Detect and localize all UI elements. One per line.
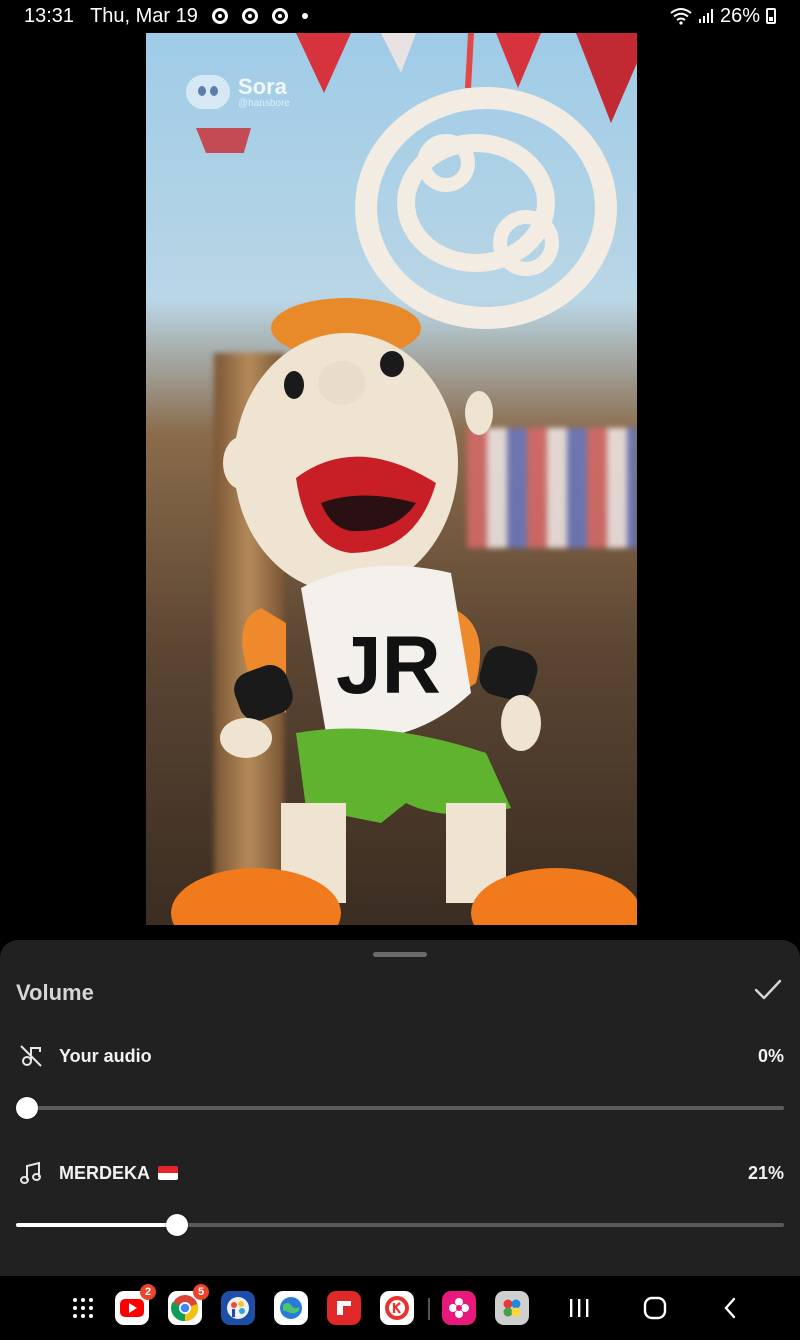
status-bar: 13:31 Thu, Mar 19 26% <box>0 0 800 32</box>
indonesia-flag-icon <box>158 1165 179 1180</box>
track-row-merdeka: MERDEKA 21% <box>16 1158 784 1188</box>
flower-icon <box>449 1298 469 1318</box>
notification-badge: 2 <box>140 1284 156 1300</box>
track-label: MERDEKA <box>59 1162 179 1184</box>
puppet-figure: JR <box>171 33 637 925</box>
volume-sheet: Volume Your audio 0% MERDEKA 21% <box>0 940 800 1276</box>
slider-thumb[interactable] <box>166 1214 189 1236</box>
home-button[interactable] <box>637 1292 673 1324</box>
game-launcher-icon <box>503 1299 521 1317</box>
youtube-icon <box>120 1299 144 1317</box>
status-left: 13:31 Thu, Mar 19 <box>24 5 308 28</box>
merdeka-volume-slider[interactable] <box>16 1213 784 1237</box>
kinemaster-app[interactable] <box>380 1291 414 1325</box>
status-time: 13:31 <box>24 4 75 27</box>
video-preview[interactable]: JR Sora @hansbore <box>146 33 637 925</box>
youtube-app[interactable]: 2 <box>115 1284 156 1325</box>
confirm-button[interactable] <box>752 974 784 1006</box>
taskbar: 2 5 <box>0 1276 800 1340</box>
battery-percent: 26% <box>719 4 760 27</box>
recents-icon <box>570 1299 589 1317</box>
your-audio-volume-slider[interactable] <box>16 1096 784 1120</box>
notification-badge: 5 <box>193 1284 209 1300</box>
wifi-icon <box>670 8 692 25</box>
slider-track <box>16 1106 784 1110</box>
chrome-notification-icon <box>241 8 258 24</box>
ibis-paint-app[interactable] <box>221 1291 255 1325</box>
status-right: 26% <box>670 5 776 28</box>
sora-watermark: Sora @hansbore <box>186 75 290 109</box>
sheet-title: Volume <box>16 980 94 1005</box>
track-label: Your audio <box>59 1045 152 1066</box>
sora-handle: @hansbore <box>238 97 290 109</box>
kinemaster-icon <box>385 1296 409 1320</box>
more-notifications-icon <box>301 13 308 19</box>
back-button[interactable] <box>712 1292 748 1324</box>
flipboard-app[interactable] <box>327 1291 361 1325</box>
taskbar-divider <box>428 1298 430 1320</box>
chrome-icon <box>171 1295 199 1322</box>
checkmark-icon <box>754 979 782 1000</box>
home-icon <box>643 1296 667 1320</box>
muted-audio-icon <box>16 1041 46 1071</box>
back-icon <box>724 1297 736 1319</box>
slider-fill <box>16 1223 178 1227</box>
track-volume-value: 21% <box>747 1162 784 1183</box>
apps-grid-icon <box>73 1298 93 1318</box>
bib-text: JR <box>336 620 441 711</box>
track-label-text: MERDEKA <box>59 1162 151 1183</box>
sheet-drag-handle[interactable] <box>373 952 427 957</box>
chrome-app[interactable]: 5 <box>168 1284 209 1325</box>
track-volume-value: 0% <box>757 1045 784 1066</box>
gallery-app[interactable] <box>442 1291 476 1325</box>
recents-button[interactable] <box>561 1292 597 1324</box>
game-launcher-app[interactable] <box>495 1291 529 1325</box>
apps-grid-button[interactable] <box>66 1291 100 1325</box>
music-note-icon <box>16 1158 46 1188</box>
browser-app[interactable] <box>274 1291 308 1325</box>
signal-icon <box>698 9 713 23</box>
slider-thumb[interactable] <box>16 1097 38 1119</box>
globe-icon <box>280 1297 302 1319</box>
flipboard-icon <box>337 1301 351 1315</box>
battery-icon <box>766 8 776 24</box>
chrome-notification-icon <box>211 8 228 24</box>
ibis-paint-icon <box>227 1297 249 1319</box>
status-date: Thu, Mar 19 <box>90 4 198 27</box>
sora-brand: Sora <box>238 73 287 99</box>
chrome-notification-icon <box>271 8 288 24</box>
track-row-your-audio: Your audio 0% <box>16 1041 784 1071</box>
sora-logo-icon <box>186 75 230 109</box>
